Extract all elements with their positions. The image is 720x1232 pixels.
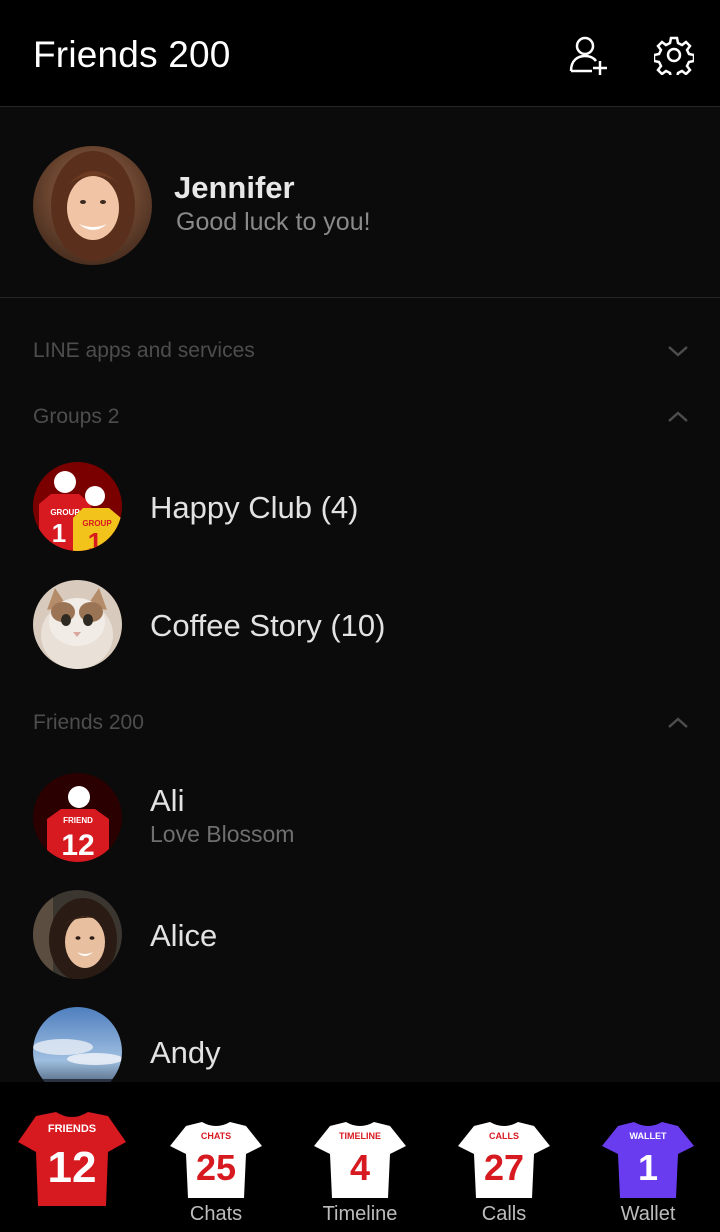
- list-item[interactable]: Coffee Story (10): [0, 570, 720, 680]
- group-avatar: GROUP 1 GROUP 1: [33, 462, 122, 551]
- wallet-jersey-icon: WALLET 1: [602, 1122, 694, 1198]
- page-title: Friends 200: [33, 34, 231, 75]
- tab-jersey-number: 25: [196, 1147, 236, 1188]
- tab-calls[interactable]: CALLS 27 Calls: [432, 1082, 576, 1232]
- friend-avatar: FRIEND 12: [33, 773, 122, 862]
- tab-jersey-text: CALLS: [489, 1131, 519, 1141]
- tab-label: Chats: [189, 1203, 243, 1225]
- tab-jersey-text: FRIENDS: [48, 1123, 96, 1135]
- friend-jersey-number: 12: [61, 829, 94, 862]
- tab-jersey-number: 27: [484, 1147, 524, 1188]
- section-label: Groups 2: [33, 405, 120, 428]
- friend-name: Andy: [150, 1035, 221, 1070]
- chevron-down-icon: [668, 346, 688, 357]
- profile-name: Jennifer: [174, 170, 295, 205]
- tab-timeline[interactable]: TIMELINE 4 Timeline: [288, 1082, 432, 1232]
- list-item[interactable]: FRIEND 12 Ali Love Blossom: [0, 763, 720, 873]
- chevron-up-icon: [668, 717, 688, 728]
- friends-jersey-icon: FRIENDS 12: [18, 1112, 126, 1206]
- bottom-tab-bar: FRIENDS 12 CHATS 25 Chats TIMELINE 4 Tim…: [0, 1082, 720, 1232]
- section-friends[interactable]: Friends 200: [0, 703, 720, 743]
- section-label: LINE apps and services: [33, 339, 255, 362]
- list-item[interactable]: Alice: [0, 880, 720, 990]
- chevron-up-icon: [668, 411, 688, 422]
- friend-name: Alice: [150, 918, 218, 953]
- top-bar: Friends 200: [0, 0, 720, 107]
- friend-jersey-text: FRIEND: [63, 816, 93, 825]
- group-name: Coffee Story (10): [150, 608, 386, 643]
- add-friend-icon[interactable]: [568, 34, 610, 76]
- tab-label: Wallet: [620, 1203, 676, 1225]
- tab-chats[interactable]: CHATS 25 Chats: [144, 1082, 288, 1232]
- profile-status-message: Good luck to you!: [176, 208, 371, 236]
- calls-jersey-icon: CALLS 27: [458, 1122, 550, 1198]
- tab-jersey-number: 4: [350, 1147, 370, 1188]
- list-item[interactable]: GROUP 1 GROUP 1 Happy Club (4): [0, 452, 720, 562]
- timeline-jersey-icon: TIMELINE 4: [314, 1122, 406, 1198]
- group-avatar: [33, 580, 122, 669]
- gear-icon[interactable]: [653, 34, 695, 76]
- tab-jersey-text: TIMELINE: [339, 1131, 381, 1141]
- tab-jersey-number: 1: [638, 1147, 658, 1188]
- friend-avatar: [33, 890, 122, 979]
- tab-jersey-number: 12: [48, 1143, 97, 1192]
- tab-jersey-text: CHATS: [201, 1131, 231, 1141]
- friend-name: Ali: [150, 783, 185, 818]
- group-name: Happy Club (4): [150, 490, 359, 525]
- section-label: Friends 200: [33, 711, 144, 734]
- my-profile[interactable]: Jennifer Good luck to you!: [0, 108, 720, 298]
- tab-label: Calls: [481, 1203, 527, 1225]
- tab-wallet[interactable]: WALLET 1 Wallet: [576, 1082, 720, 1232]
- chats-jersey-icon: CHATS 25: [170, 1122, 262, 1198]
- group-jersey-number: 1: [88, 527, 102, 551]
- tab-label: Timeline: [322, 1203, 398, 1225]
- section-services[interactable]: LINE apps and services: [0, 331, 720, 371]
- avatar[interactable]: [33, 146, 152, 265]
- section-groups[interactable]: Groups 2: [0, 397, 720, 437]
- group-jersey-number: 1: [52, 518, 66, 548]
- tab-jersey-text: WALLET: [630, 1131, 667, 1141]
- tab-friends[interactable]: FRIENDS 12: [0, 1082, 144, 1232]
- friend-status-message: Love Blossom: [150, 821, 295, 847]
